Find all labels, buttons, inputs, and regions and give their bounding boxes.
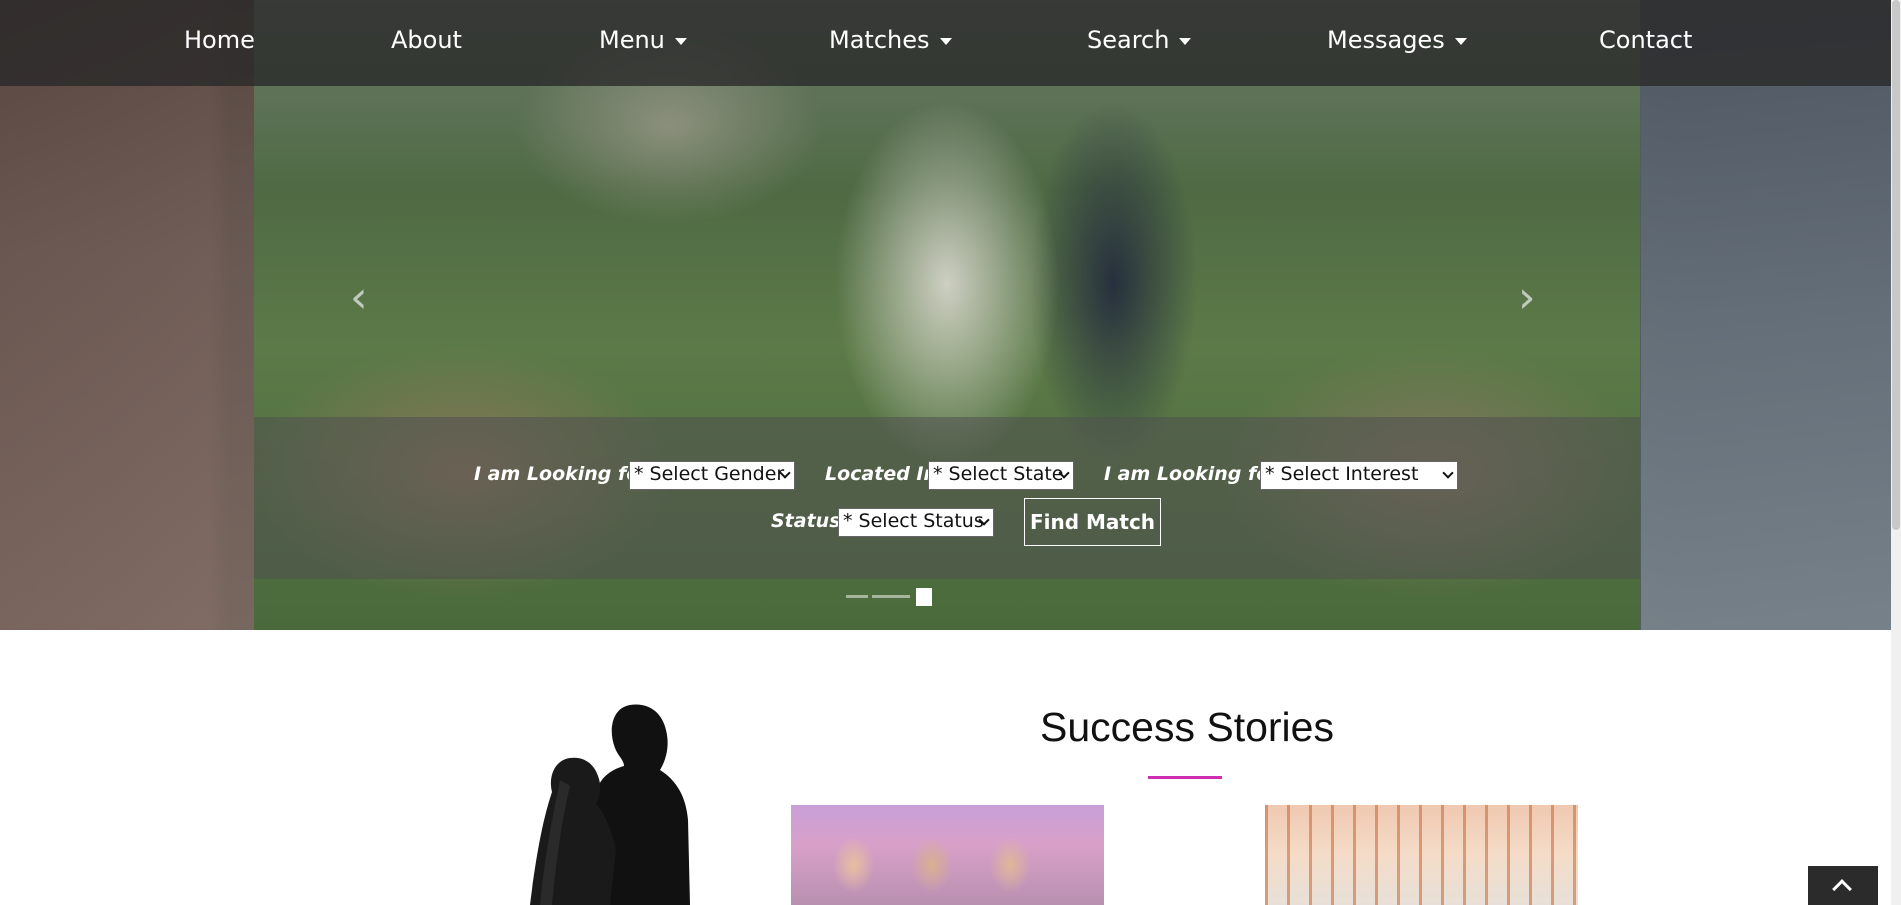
- chevron-down-icon: [1442, 467, 1454, 479]
- chevron-right-icon: ›: [1518, 272, 1536, 323]
- success-story-photo-1[interactable]: [791, 805, 1104, 905]
- caret-down-icon: [1179, 37, 1192, 45]
- gender-select[interactable]: * Select Gender: [629, 461, 795, 490]
- couple-silhouette-image: [530, 704, 690, 905]
- success-story-photo-2[interactable]: [1265, 805, 1578, 905]
- title-underline: [1148, 776, 1222, 779]
- chevron-left-icon: ‹: [350, 272, 368, 323]
- nav-home[interactable]: Home: [184, 26, 255, 54]
- match-search-panel: [254, 417, 1640, 579]
- find-match-button[interactable]: Find Match: [1024, 498, 1161, 546]
- state-select[interactable]: * Select State: [928, 461, 1074, 490]
- success-stories-title: Success Stories: [1040, 704, 1334, 750]
- caret-down-icon: [939, 37, 952, 45]
- status-label: Status:: [771, 510, 849, 532]
- hero-backdrop-right: [1641, 0, 1901, 630]
- caret-down-icon: [674, 37, 687, 45]
- nav-contact[interactable]: Contact: [1599, 26, 1692, 54]
- caret-down-icon: [1454, 37, 1467, 45]
- carousel-prev-button[interactable]: ‹: [350, 272, 368, 323]
- interest-select[interactable]: * Select Interest: [1260, 461, 1458, 490]
- nav-matches[interactable]: Matches: [829, 26, 952, 54]
- nav-about[interactable]: About: [391, 26, 462, 54]
- page-scrollbar[interactable]: [1891, 0, 1901, 905]
- carousel-indicator-1[interactable]: [846, 595, 868, 598]
- scrollbar-thumb[interactable]: [1892, 0, 1900, 530]
- back-to-top-button[interactable]: [1808, 866, 1878, 905]
- chevron-up-icon: [1832, 879, 1852, 899]
- nav-search[interactable]: Search: [1087, 26, 1192, 54]
- main-navbar: Home About Menu Matches Search Messages …: [0, 0, 1901, 86]
- status-select[interactable]: * Select Status: [838, 508, 994, 537]
- carousel-indicator-3[interactable]: [916, 588, 932, 606]
- interest-label: I am Looking for:: [1104, 463, 1287, 485]
- state-label: Located In:: [825, 463, 945, 485]
- carousel-indicator-2[interactable]: [872, 595, 910, 598]
- hero-carousel: ‹ › I am Looking for: * Select Gender Lo…: [0, 0, 1901, 630]
- nav-menu[interactable]: Menu: [599, 26, 687, 54]
- nav-messages[interactable]: Messages: [1327, 26, 1467, 54]
- carousel-next-button[interactable]: ›: [1518, 272, 1536, 323]
- hero-backdrop-left: [0, 0, 254, 630]
